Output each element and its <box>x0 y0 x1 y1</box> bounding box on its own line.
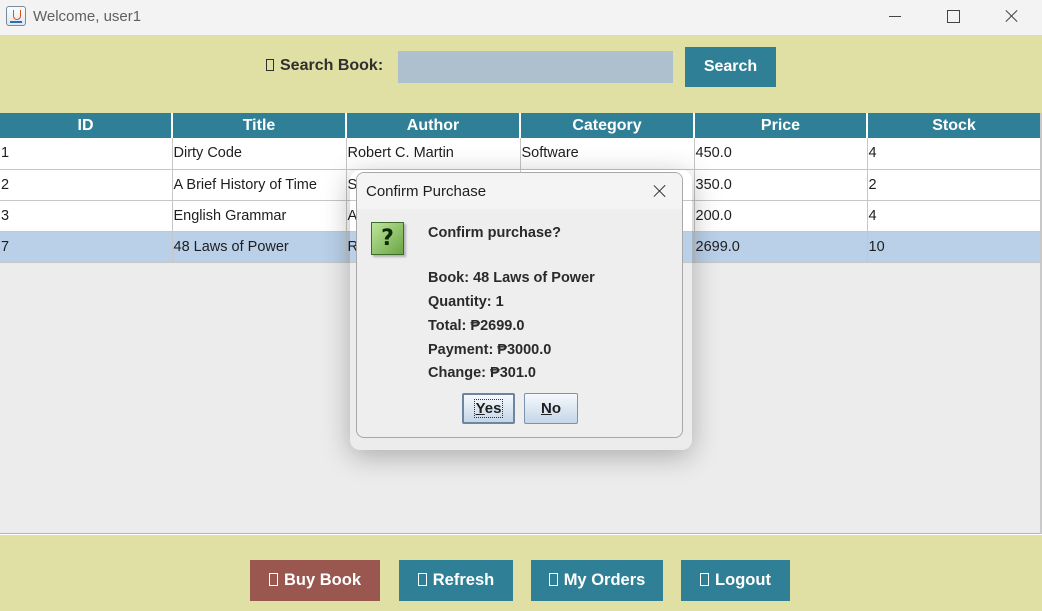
close-icon[interactable] <box>988 2 1034 32</box>
cell-title: Dirty Code <box>172 138 347 170</box>
refresh-label: Refresh <box>432 571 495 589</box>
dialog-heading: Confirm purchase? <box>428 225 561 241</box>
cell-price: 450.0 <box>694 138 868 170</box>
question-icon: ? <box>371 222 404 255</box>
column-header-title[interactable]: Title <box>172 113 347 138</box>
minimize-icon[interactable] <box>872 2 918 32</box>
search-label-group: Search Book: <box>266 57 383 75</box>
window-title: Welcome, user1 <box>33 8 142 25</box>
cell-category: Software <box>520 138 695 170</box>
yes-mnemonic: Y <box>475 400 485 417</box>
column-header-stock[interactable]: Stock <box>867 113 1040 138</box>
dialog-change-line: Change: ₱301.0 <box>428 365 536 381</box>
cart-icon <box>268 573 278 586</box>
cell-id: 1 <box>0 138 173 170</box>
cell-id: 7 <box>0 231 173 263</box>
no-rest: o <box>551 400 561 417</box>
search-icon <box>266 59 274 71</box>
cell-id: 2 <box>0 169 173 201</box>
buy-book-label: Buy Book <box>283 571 361 589</box>
window-titlebar: Welcome, user1 <box>0 0 1042 35</box>
dialog-close-icon[interactable] <box>648 180 672 202</box>
refresh-button[interactable]: Refresh <box>399 560 513 601</box>
column-header-category[interactable]: Category <box>520 113 695 138</box>
yes-label: Yes <box>473 399 504 418</box>
search-input[interactable] <box>398 51 673 83</box>
cell-price: 2699.0 <box>694 231 868 263</box>
table-row[interactable]: 1 Dirty Code Robert C. Martin Software 4… <box>0 138 1041 170</box>
search-button[interactable]: Search <box>685 47 776 87</box>
dialog-total-line: Total: ₱2699.0 <box>428 318 525 334</box>
dialog-payment-line: Payment: ₱3000.0 <box>428 342 552 358</box>
cell-title: 48 Laws of Power <box>172 231 347 263</box>
cell-price: 350.0 <box>694 169 868 201</box>
dialog-title: Confirm Purchase <box>366 183 487 200</box>
cell-stock: 10 <box>867 231 1041 263</box>
cell-stock: 4 <box>867 138 1041 170</box>
table-header-row: ID Title Author Category Price Stock <box>0 113 1040 138</box>
cell-title: English Grammar <box>172 200 347 232</box>
no-button[interactable]: No <box>524 393 578 424</box>
column-header-price[interactable]: Price <box>694 113 868 138</box>
cell-stock: 2 <box>867 169 1041 201</box>
maximize-icon[interactable] <box>930 2 976 32</box>
logout-icon <box>700 573 710 586</box>
yes-rest: es <box>484 400 502 417</box>
cell-id: 3 <box>0 200 173 232</box>
action-panel: Buy Book Refresh My Orders Logout <box>0 535 1042 611</box>
my-orders-button[interactable]: My Orders <box>531 560 663 601</box>
dialog-quantity-line: Quantity: 1 <box>428 294 504 310</box>
column-header-author[interactable]: Author <box>346 113 521 138</box>
dialog-book-line: Book: 48 Laws of Power <box>428 270 595 286</box>
cell-price: 200.0 <box>694 200 868 232</box>
my-orders-label: My Orders <box>563 571 646 589</box>
java-app-icon <box>6 6 26 26</box>
no-mnemonic: N <box>540 400 552 417</box>
dialog-titlebar[interactable]: Confirm Purchase <box>357 173 682 209</box>
column-header-id[interactable]: ID <box>0 113 173 138</box>
yes-button[interactable]: Yes <box>462 393 515 424</box>
buy-book-button[interactable]: Buy Book <box>250 560 380 601</box>
refresh-icon <box>417 573 427 586</box>
logout-button[interactable]: Logout <box>681 560 790 601</box>
orders-icon <box>548 573 558 586</box>
cell-stock: 4 <box>867 200 1041 232</box>
confirm-purchase-dialog: Confirm Purchase ? Confirm purchase? Boo… <box>356 172 683 438</box>
cell-author: Robert C. Martin <box>346 138 521 170</box>
search-panel: Search Book: Search <box>0 35 1042 113</box>
cell-title: A Brief History of Time <box>172 169 347 201</box>
logout-label: Logout <box>715 571 771 589</box>
search-label: Search Book: <box>280 57 384 74</box>
